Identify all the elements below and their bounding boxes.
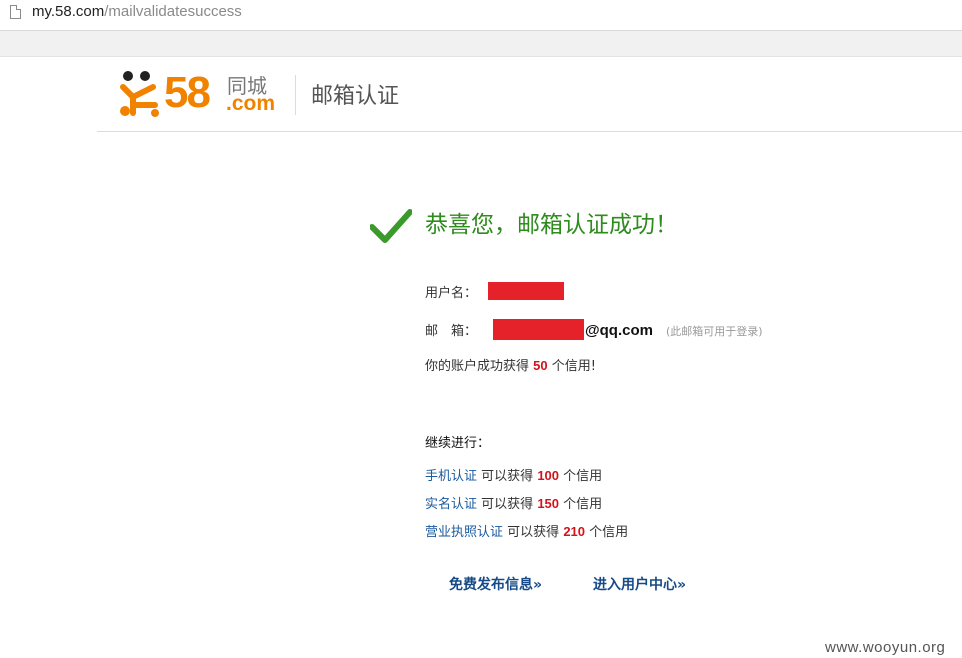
- username-redaction: [488, 282, 564, 300]
- user-center-link[interactable]: 进入用户中心»: [593, 576, 686, 594]
- continue-heading: 继续进行：: [425, 436, 491, 451]
- item-prefix: 可以获得: [481, 469, 534, 484]
- site-header: 58 同城 .com 邮箱认证: [97, 57, 962, 132]
- credit-prefix: 你的账户成功获得: [425, 359, 530, 374]
- list-item: 实名认证 可以获得 150 个信用: [425, 495, 602, 514]
- item-suffix: 个信用: [589, 525, 629, 540]
- 58-mascot-icon: [120, 71, 159, 117]
- item-suffix: 个信用: [563, 469, 603, 484]
- credit-value: 50: [533, 358, 548, 373]
- checkmark-icon: [370, 209, 412, 243]
- 58-logo[interactable]: 58 同城 .com: [119, 69, 279, 119]
- username-label: 用户名：: [425, 286, 478, 301]
- business-license-verify-link[interactable]: 营业执照认证: [425, 525, 503, 540]
- item-prefix: 可以获得: [507, 525, 560, 540]
- address-bar[interactable]: my.58.com/mailvalidatesuccess: [0, 0, 962, 31]
- email-note: (此邮箱可用于登录): [666, 325, 763, 338]
- email-domain: @qq.com: [585, 322, 653, 339]
- list-item: 营业执照认证 可以获得 210 个信用: [425, 523, 628, 542]
- realname-verify-link[interactable]: 实名认证: [425, 497, 477, 512]
- url-host: my.58.com: [32, 3, 105, 20]
- watermark: www.wooyun.org: [825, 639, 946, 656]
- item-value: 150: [537, 496, 560, 511]
- credit-earned: 你的账户成功获得 50 个信用!: [425, 357, 596, 376]
- credit-suffix: 个信用!: [551, 359, 596, 374]
- item-value: 210: [563, 524, 586, 539]
- email-label: 邮 箱：: [425, 324, 478, 339]
- logo-com-text: .com: [226, 92, 276, 115]
- success-title: 恭喜您，邮箱认证成功！: [425, 212, 678, 238]
- item-prefix: 可以获得: [481, 497, 534, 512]
- email-redaction: [493, 319, 584, 340]
- page-icon: [10, 5, 21, 19]
- phone-verify-link[interactable]: 手机认证: [425, 469, 477, 484]
- browser-toolbar-strip: [0, 31, 962, 57]
- list-item: 手机认证 可以获得 100 个信用: [425, 467, 602, 486]
- item-suffix: 个信用: [563, 497, 603, 512]
- url-path: /mailvalidatesuccess: [104, 3, 242, 20]
- publish-info-link[interactable]: 免费发布信息»: [449, 576, 542, 594]
- header-divider: [295, 75, 296, 115]
- item-value: 100: [537, 468, 560, 483]
- logo-58-text: 58: [164, 68, 211, 117]
- url-text[interactable]: my.58.com/mailvalidatesuccess: [32, 3, 242, 21]
- page-title: 邮箱认证: [311, 84, 400, 109]
